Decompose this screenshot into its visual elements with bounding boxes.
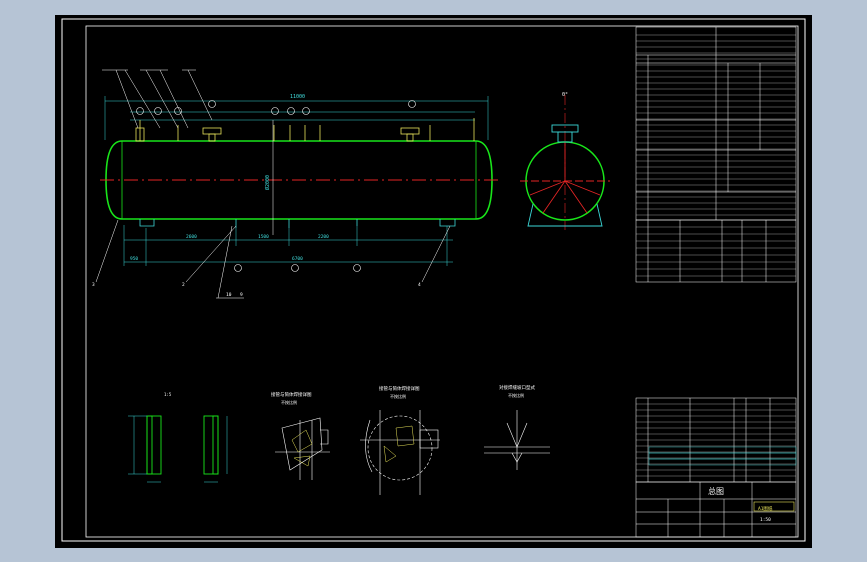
detail-c-scale: 不按比例 [390,393,406,399]
dim-mid-c: 2200 [318,234,329,240]
dim-overall-length: 11000 [290,94,305,100]
view-angle-label: 0° [562,92,568,98]
dim-left: 950 [130,256,138,262]
detail-d-title: 对接焊缝坡口型式 [499,384,535,391]
title-block-title: 总图 [708,486,724,496]
dim-diameter: Ø2000 [264,175,271,190]
tag-2: 2 [182,282,185,288]
dim-mid-b: 1500 [258,234,269,240]
tag-10: 10 [226,292,232,298]
tag-4: 4 [418,282,421,288]
dim-mid-a: 2600 [186,234,197,240]
tag-3: 3 [92,282,95,288]
cad-viewport[interactable]: 11000 Ø2000 950 2600 1500 2200 6700 3 2 … [0,0,867,562]
detail-b-title: 接管与筒体焊接详图 [271,391,312,398]
detail-c-title: 接管与筒体焊接详图 [379,385,420,392]
detail-d-scale: 不按比例 [508,392,524,398]
detail-b-scale: 不按比例 [281,399,297,405]
detail-a-scale: 1:5 [164,392,172,397]
title-block-scale: 1:50 [760,517,771,523]
dim-support-span: 6700 [292,256,303,262]
tag-9: 9 [240,292,243,298]
